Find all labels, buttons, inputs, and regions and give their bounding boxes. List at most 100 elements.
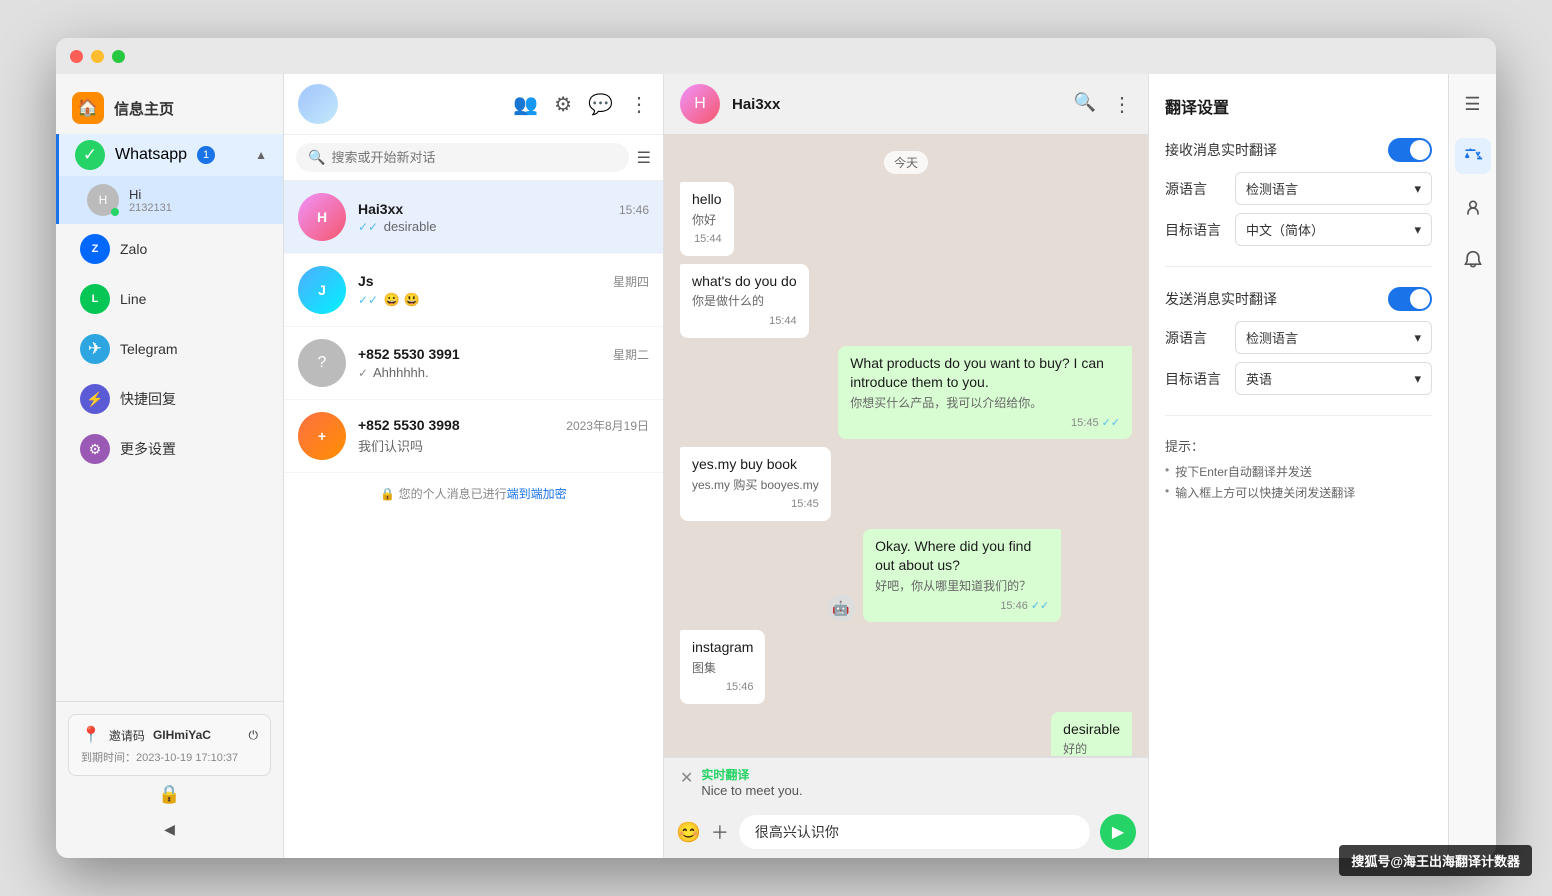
chat-time-3998: 2023年8月19日	[566, 417, 649, 434]
sidebar-home-label: 信息主页	[114, 98, 174, 119]
sub-info: Hi 2132131	[129, 187, 267, 214]
new-group-icon[interactable]: 👥	[513, 92, 538, 117]
chat-items: H Hai3xx 15:46 ✓✓ desirable J	[284, 181, 663, 858]
sidebar-item-line[interactable]: L Line	[64, 275, 275, 323]
invite-code: GIHmiYaC	[153, 728, 211, 742]
send-label: 发送消息实时翻译	[1165, 289, 1277, 309]
sidebar-header: 🏠 信息主页	[56, 82, 283, 134]
message-desirable: desirable 好的 15:46 ✓✓	[1051, 712, 1132, 756]
chat-input-area: ✕ 实时翻译 Nice to meet you. 😊 ＋ ▶	[664, 756, 1148, 858]
sidebar-item-telegram[interactable]: ✈ Telegram	[64, 325, 275, 373]
collapse-sidebar-button[interactable]: ◀	[68, 813, 271, 846]
chevron-up-icon: ▲	[255, 148, 267, 162]
double-check-icon: ✓✓	[358, 220, 378, 234]
invite-card-label: 邀请码	[109, 727, 145, 744]
date-badge: 今天	[884, 151, 928, 174]
send-toggle[interactable]	[1388, 287, 1432, 311]
power-icon[interactable]: ⏻	[249, 728, 259, 743]
lock-icon[interactable]: 🔒	[68, 776, 271, 813]
receive-target-select[interactable]: 中文（简体） ▾	[1235, 213, 1432, 246]
close-button[interactable]	[70, 50, 83, 63]
tips-section: 提示： 按下Enter自动翻译并发送 输入框上方可以快捷关闭发送翻译	[1165, 436, 1432, 503]
chat-list-panel: 👥 ⚙ 💬 ⋮ 🔍 ☰ H H	[284, 74, 664, 858]
realtime-label: 实时翻译	[701, 766, 1132, 783]
search-icon: 🔍	[308, 149, 325, 166]
send-source-select[interactable]: 检测语言 ▾	[1235, 321, 1432, 354]
tip-2: 输入框上方可以快捷关闭发送翻译	[1165, 482, 1432, 503]
fullscreen-button[interactable]	[112, 50, 125, 63]
line-label: Line	[120, 291, 259, 307]
chat-input[interactable]	[739, 815, 1090, 849]
minimize-button[interactable]	[91, 50, 104, 63]
chat-window: H Hai3xx 🔍 ⋮ 今天 hello 你好 15:44	[664, 74, 1148, 858]
sidebar-item-more-settings[interactable]: ⚙ 更多设置	[64, 425, 275, 473]
chat-name-3998: +852 5530 3998	[358, 417, 460, 433]
chat-info-3998: +852 5530 3998 2023年8月19日 我们认识吗	[358, 417, 649, 455]
chat-item-hai3xx[interactable]: H Hai3xx 15:46 ✓✓ desirable	[284, 181, 663, 254]
online-indicator	[111, 208, 119, 216]
realtime-close-button[interactable]: ✕	[680, 768, 693, 788]
search-box: 🔍	[296, 143, 629, 172]
receive-source-select[interactable]: 检测语言 ▾	[1235, 172, 1432, 205]
chat-item-3991[interactable]: ? +852 5530 3991 星期二 ✓ Ahhhhhh.	[284, 327, 663, 400]
chevron-down-icon: ▾	[1414, 371, 1421, 387]
msg-translation: yes.my 购买 booyes.my	[692, 477, 819, 494]
msg-time: 15:46	[726, 680, 754, 695]
chat-preview-3991: ✓ Ahhhhhh.	[358, 365, 649, 380]
chat-avatar-hai3xx: H	[298, 193, 346, 241]
chat-search-icon[interactable]: 🔍	[1074, 92, 1096, 117]
emoji-button[interactable]: 😊	[676, 820, 701, 845]
filter-icon[interactable]: ☰	[637, 148, 651, 168]
messages-area: 今天 hello 你好 15:44 what's do you do 你是做什么…	[664, 135, 1148, 756]
chat-list-search: 🔍 ☰	[284, 135, 663, 181]
send-target-select[interactable]: 英语 ▾	[1235, 362, 1432, 395]
msg-time: 15:46	[1000, 599, 1028, 614]
sub-name: Hi	[129, 187, 267, 202]
search-input[interactable]	[331, 150, 616, 165]
attach-button[interactable]: ＋	[711, 819, 729, 845]
zalo-icon: Z	[80, 234, 110, 264]
rail-user-icon[interactable]	[1455, 190, 1491, 226]
msg-text: instagram	[692, 638, 753, 658]
invite-expire: 到期时间：2023-10-19 17:10:37	[81, 749, 258, 765]
msg-text: Okay. Where did you find out about us?	[875, 537, 1049, 576]
more-options-icon[interactable]: ⋮	[629, 92, 649, 117]
rail-bell-icon[interactable]	[1455, 242, 1491, 278]
settings-gear-icon[interactable]: ⚙	[554, 92, 572, 117]
chat-list-profile-avatar	[298, 84, 338, 124]
chat-item-3998[interactable]: + +852 5530 3998 2023年8月19日 我们认识吗	[284, 400, 663, 473]
send-button[interactable]: ▶	[1100, 814, 1136, 850]
rail-translate-icon[interactable]	[1455, 138, 1491, 174]
chat-info-3991: +852 5530 3991 星期二 ✓ Ahhhhhh.	[358, 346, 649, 380]
message-instagram: instagram 图集 15:46	[680, 630, 765, 704]
chat-name-js: Js	[358, 273, 374, 289]
receive-source-field: 源语言 检测语言 ▾ 目标语言 中文（简体） ▾	[1165, 172, 1432, 246]
chat-avatar-js: J	[298, 266, 346, 314]
encryption-link[interactable]: 端到端加密	[507, 487, 567, 501]
chat-item-js[interactable]: J Js 星期四 ✓✓ 😀 😃	[284, 254, 663, 327]
receive-translation-section: 接收消息实时翻译 源语言 检测语言 ▾ 目标语言 中文（简体）	[1165, 138, 1432, 246]
chat-time-3991: 星期二	[613, 346, 649, 363]
single-check-icon: ✓	[358, 366, 368, 380]
chat-more-icon[interactable]: ⋮	[1112, 92, 1132, 117]
chat-preview-hai3xx: ✓✓ desirable	[358, 219, 649, 234]
chat-avatar-3991: ?	[298, 339, 346, 387]
chat-avatar-3998: +	[298, 412, 346, 460]
sub-account-item[interactable]: H Hi 2132131	[56, 176, 283, 224]
msg-translation: 好的	[1063, 741, 1120, 756]
sidebar-item-zalo[interactable]: Z Zalo	[64, 225, 275, 273]
divider	[1165, 266, 1432, 267]
new-chat-icon[interactable]: 💬	[588, 92, 613, 117]
telegram-icon: ✈	[80, 334, 110, 364]
realtime-translation-banner: ✕ 实时翻译 Nice to meet you.	[664, 757, 1148, 806]
chat-preview-3998: 我们认识吗	[358, 436, 649, 455]
msg-text: hello	[692, 190, 722, 210]
sidebar-item-whatsapp[interactable]: ✓ Whatsapp 1 ▲	[56, 134, 283, 176]
chat-preview-js: ✓✓ 😀 😃	[358, 292, 649, 308]
quick-reply-label: 快捷回复	[120, 389, 259, 409]
receive-toggle[interactable]	[1388, 138, 1432, 162]
rail-menu-icon[interactable]: ☰	[1455, 86, 1491, 122]
sidebar-item-quick-reply[interactable]: ⚡ 快捷回复	[64, 375, 275, 423]
zalo-label: Zalo	[120, 241, 259, 257]
tips-list: 按下Enter自动翻译并发送 输入框上方可以快捷关闭发送翻译	[1165, 461, 1432, 503]
